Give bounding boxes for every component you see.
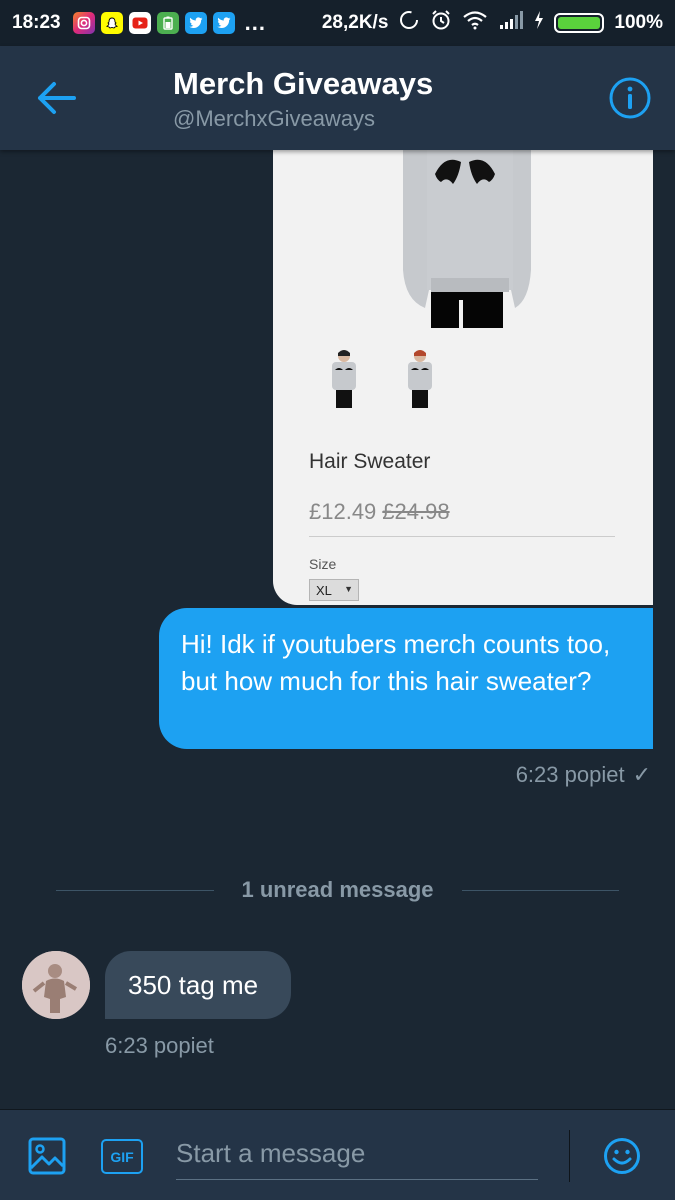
add-photo-button[interactable] xyxy=(28,1137,66,1175)
outgoing-message-text: Hi! Idk if youtubers merch counts too, b… xyxy=(181,629,611,696)
alarm-icon xyxy=(430,9,452,37)
unread-divider: 1 unread message xyxy=(56,873,620,907)
unread-label: 1 unread message xyxy=(241,877,434,902)
message-composer: GIF xyxy=(0,1109,675,1200)
divider xyxy=(309,536,615,537)
wifi-icon xyxy=(462,10,488,36)
battery-icon xyxy=(554,13,605,33)
check-icon: ✓ xyxy=(632,762,651,787)
status-bar: 18:23 ... 28,2K/s 100% xyxy=(0,0,675,46)
battery-percent: 100% xyxy=(614,12,663,33)
network-speed: 28,2K/s xyxy=(321,12,389,33)
incoming-message-text: 350 tag me xyxy=(128,969,259,1000)
snapchat-icon xyxy=(100,12,123,34)
divider-line xyxy=(461,889,620,891)
outgoing-message-time: 6:23 popiet xyxy=(515,762,625,787)
product-card[interactable]: Hair Sweater £12.49 £24.98 Size XL ▼ xyxy=(273,150,653,605)
gif-button[interactable]: GIF xyxy=(101,1139,143,1174)
product-thumbnail-1[interactable] xyxy=(328,348,360,410)
message-input[interactable] xyxy=(176,1128,538,1180)
divider-line xyxy=(56,889,214,891)
signal-icon xyxy=(498,10,524,36)
product-price: £12.49 £24.98 xyxy=(309,499,450,525)
twitter-icon xyxy=(212,12,235,34)
outgoing-message-meta: 6:23 popiet ✓ xyxy=(516,762,651,788)
avatar[interactable] xyxy=(22,951,90,1019)
conversation-header: Merch Giveaways @MerchxGiveaways xyxy=(0,46,675,150)
twitter-icon xyxy=(184,12,207,34)
smiley-icon xyxy=(604,1138,640,1174)
product-thumbnail-2[interactable] xyxy=(404,348,436,410)
instagram-icon xyxy=(72,12,95,34)
conversation-handle[interactable]: @MerchxGiveaways xyxy=(173,106,375,132)
size-label: Size xyxy=(309,556,337,572)
back-arrow-icon xyxy=(38,82,76,114)
emoji-button[interactable] xyxy=(603,1137,641,1175)
image-icon xyxy=(28,1137,66,1175)
battery-app-icon xyxy=(156,12,179,34)
avatar-image xyxy=(22,951,90,1019)
conversation-title[interactable]: Merch Giveaways xyxy=(173,66,433,102)
more-notifications: ... xyxy=(244,10,266,35)
info-button[interactable] xyxy=(608,76,652,120)
size-value: XL xyxy=(316,582,332,598)
sync-icon xyxy=(398,9,420,37)
current-price: £12.49 xyxy=(309,499,377,524)
product-name: Hair Sweater xyxy=(309,450,431,473)
status-right: 28,2K/s 100% xyxy=(322,9,663,37)
incoming-message-time: 6:23 popiet xyxy=(105,1033,214,1058)
info-icon xyxy=(609,77,651,119)
youtube-icon xyxy=(128,12,151,34)
charging-icon xyxy=(534,11,544,35)
back-button[interactable] xyxy=(34,80,78,116)
original-price: £24.98 xyxy=(382,499,450,524)
dropdown-arrow-icon: ▼ xyxy=(344,584,353,594)
gif-label: GIF xyxy=(110,1148,134,1165)
product-image xyxy=(403,150,531,328)
outgoing-message[interactable]: Hi! Idk if youtubers merch counts too, b… xyxy=(159,608,653,749)
notification-icons: ... xyxy=(72,10,266,36)
composer-separator xyxy=(569,1130,570,1182)
status-time: 18:23 xyxy=(12,12,61,33)
size-select[interactable]: XL ▼ xyxy=(309,579,359,601)
incoming-message[interactable]: 350 tag me xyxy=(105,951,291,1019)
